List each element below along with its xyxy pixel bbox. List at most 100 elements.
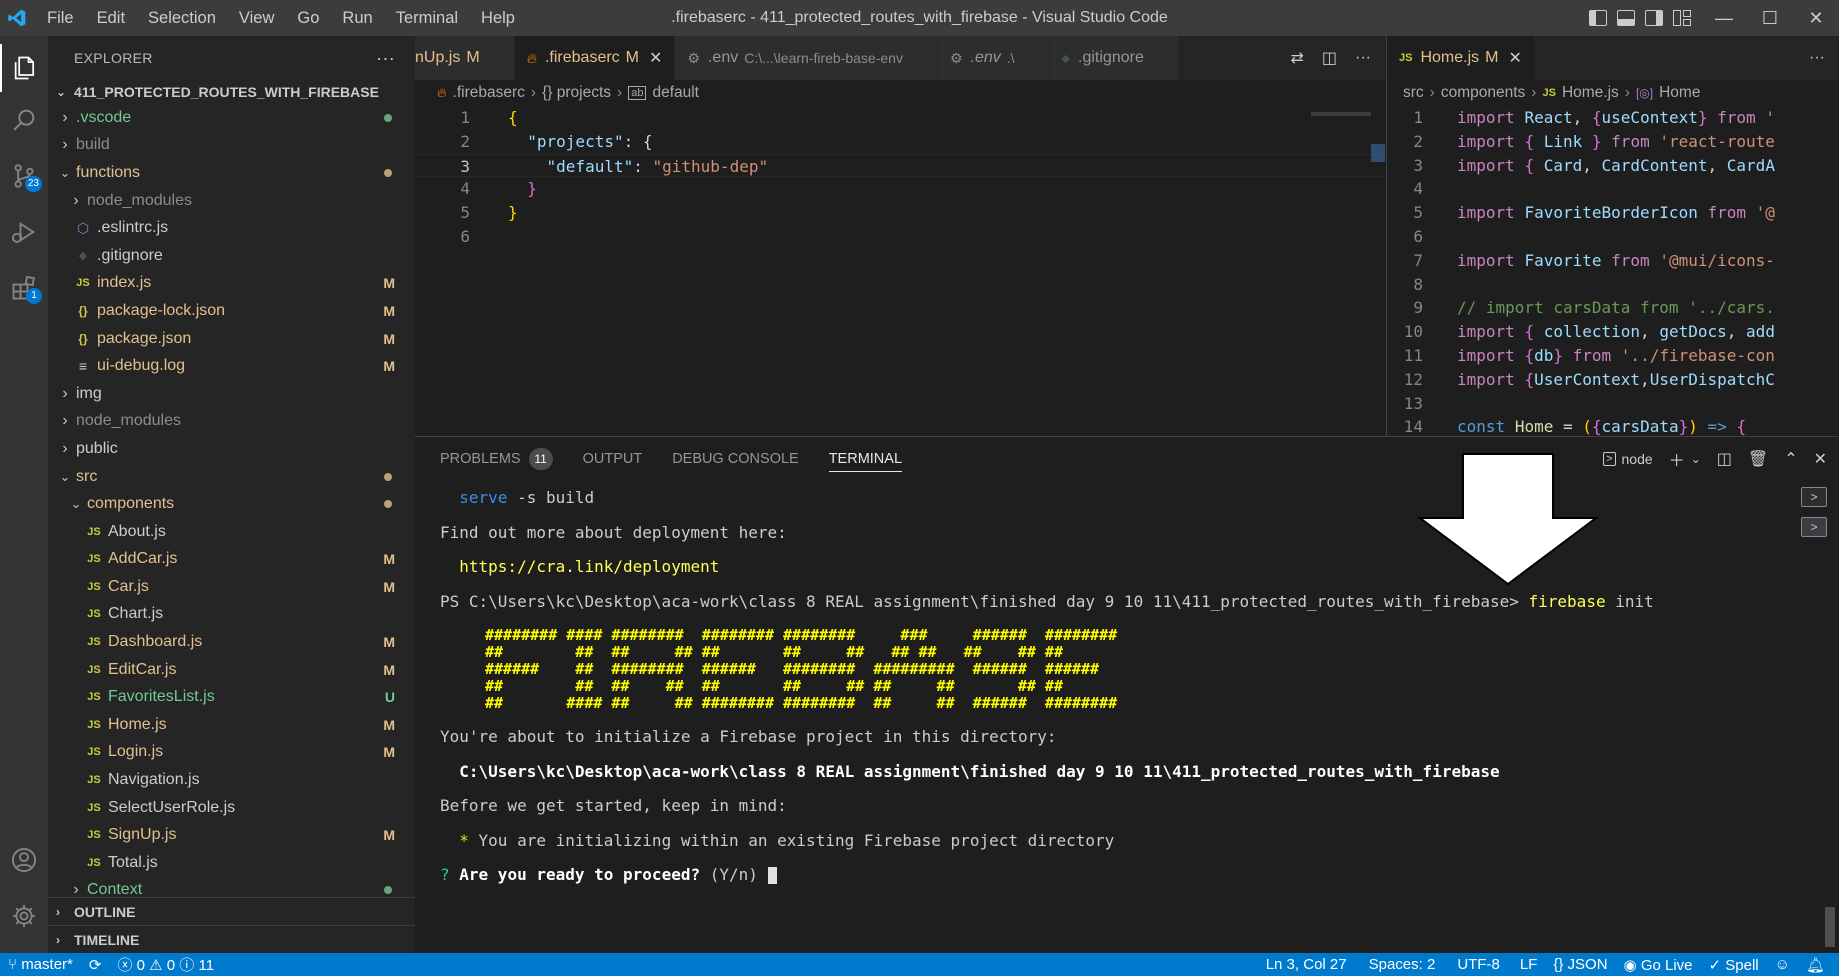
breadcrumb-src[interactable]: src: [1403, 84, 1424, 102]
tree-file[interactable]: JS Login.js M: [48, 739, 415, 767]
breadcrumb-home[interactable]: Home: [1659, 84, 1700, 102]
source-control-icon[interactable]: 23: [0, 152, 48, 200]
split-terminal-icon[interactable]: ◫: [1717, 449, 1732, 469]
tree-file[interactable]: JS About.js: [48, 518, 415, 546]
tree-file[interactable]: JS Car.js M: [48, 573, 415, 601]
search-icon[interactable]: [0, 96, 48, 144]
tree-file[interactable]: JS SelectUserRole.js: [48, 794, 415, 822]
tree-folder[interactable]: › build: [48, 132, 415, 160]
tree-file[interactable]: JS Chart.js: [48, 601, 415, 629]
indentation[interactable]: Spaces: 2: [1361, 956, 1444, 973]
tab-output[interactable]: OUTPUT: [583, 451, 643, 467]
tree-file[interactable]: JS EditCar.js M: [48, 656, 415, 684]
language-mode[interactable]: {} JSON: [1545, 956, 1615, 973]
split-editor-icon[interactable]: ◫: [1322, 48, 1337, 68]
terminal-name[interactable]: node: [1622, 451, 1653, 467]
problems-indicator[interactable]: ⓧ 0 ⚠ 0 ⓘ 11: [109, 954, 222, 975]
tree-folder[interactable]: › img: [48, 380, 415, 408]
outline-section[interactable]: › OUTLINE: [48, 897, 415, 925]
tab-debug-console[interactable]: DEBUG CONSOLE: [672, 451, 799, 467]
tree-file[interactable]: JS Dashboard.js M: [48, 628, 415, 656]
tree-file[interactable]: JS Navigation.js: [48, 766, 415, 794]
tree-file[interactable]: JS AddCar.js M: [48, 546, 415, 574]
tree-folder[interactable]: ⌄ components: [48, 490, 415, 518]
close-icon[interactable]: ✕: [1508, 48, 1521, 68]
run-debug-icon[interactable]: [0, 208, 48, 256]
branch-indicator[interactable]: ⑂ master*: [0, 956, 81, 973]
go-live-button[interactable]: ◉ Go Live: [1616, 956, 1701, 974]
tree-folder[interactable]: › node_modules: [48, 408, 415, 436]
toggle-panel-icon[interactable]: [1617, 10, 1635, 26]
tree-folder[interactable]: › .vscode: [48, 104, 415, 132]
tree-file[interactable]: ◆ .gitignore: [48, 242, 415, 270]
toggle-secondary-sidebar-icon[interactable]: [1645, 10, 1663, 26]
notifications-bell-icon[interactable]: 🔔︎: [1798, 956, 1833, 974]
accounts-icon[interactable]: [0, 836, 48, 884]
code-editor[interactable]: 1 import React, {useContext} from ' 2 impor…: [1387, 106, 1839, 436]
customize-layout-icon[interactable]: [1673, 10, 1691, 26]
vertical-scrollbar[interactable]: [1371, 144, 1385, 162]
manage-gear-icon[interactable]: [0, 892, 48, 940]
terminal-scrollbar[interactable]: [1825, 907, 1835, 947]
terminal-link[interactable]: https://cra.link/deployment: [459, 557, 719, 576]
breadcrumb-projects[interactable]: {} projects: [542, 84, 611, 102]
spell-button[interactable]: ✓ Spell: [1701, 956, 1767, 974]
tree-folder[interactable]: ⌄ functions: [48, 159, 415, 187]
breadcrumb-components[interactable]: components: [1441, 84, 1525, 102]
editor-tab[interactable]: ◆ .gitignore: [1049, 36, 1179, 80]
open-changes-icon[interactable]: ⇄: [1290, 48, 1303, 68]
cursor-position[interactable]: Ln 3, Col 27: [1258, 956, 1355, 973]
tree-file[interactable]: {} package-lock.json M: [48, 297, 415, 325]
close-window-button[interactable]: ✕: [1793, 0, 1839, 36]
more-actions-icon[interactable]: ···: [1809, 49, 1825, 67]
trash-icon[interactable]: 🗑︎: [1748, 449, 1768, 469]
encoding[interactable]: UTF-8: [1449, 956, 1508, 973]
terminal-instance-icon[interactable]: >: [1801, 517, 1827, 537]
tree-file[interactable]: ⬡ .eslintrc.js: [48, 214, 415, 242]
menu-run[interactable]: Run: [331, 0, 384, 36]
sync-icon[interactable]: ⟳: [81, 956, 110, 974]
more-actions-icon[interactable]: ···: [376, 48, 395, 69]
minimize-button[interactable]: —: [1701, 0, 1747, 36]
tree-file[interactable]: JS SignUp.js M: [48, 821, 415, 849]
close-panel-icon[interactable]: ✕: [1814, 449, 1827, 469]
breadcrumb-file[interactable]: .firebaserc: [453, 84, 525, 102]
tree-file[interactable]: {} package.json M: [48, 325, 415, 353]
tab-problems[interactable]: PROBLEMS 11: [440, 448, 553, 470]
breadcrumb-homejs[interactable]: Home.js: [1562, 84, 1619, 102]
tree-folder[interactable]: › node_modules: [48, 187, 415, 215]
tree-folder[interactable]: ⌄ src: [48, 463, 415, 491]
line-ending[interactable]: LF: [1512, 956, 1546, 973]
editor-tab[interactable]: ⚙ .env C:\...\learn-fireb-base-env: [675, 36, 938, 80]
feedback-icon[interactable]: ☺: [1767, 956, 1798, 973]
menu-edit[interactable]: Edit: [86, 0, 137, 36]
more-actions-icon[interactable]: ···: [1355, 49, 1371, 67]
menu-view[interactable]: View: [228, 0, 286, 36]
menu-file[interactable]: File: [36, 0, 86, 36]
minimap[interactable]: [1311, 112, 1371, 116]
terminal-instance-icon[interactable]: >: [1801, 487, 1827, 507]
maximize-button[interactable]: ☐: [1747, 0, 1793, 36]
new-terminal-icon[interactable]: ＋: [1669, 447, 1685, 471]
editor-tab[interactable]: 🔥︎ .firebaserc M ✕: [514, 36, 676, 80]
menu-go[interactable]: Go: [286, 0, 331, 36]
tree-file[interactable]: ≡ ui-debug.log M: [48, 352, 415, 380]
toggle-primary-sidebar-icon[interactable]: [1589, 10, 1607, 26]
tree-file[interactable]: JS Home.js M: [48, 711, 415, 739]
code-editor[interactable]: 1{ 2 "projects": { 3 "default": "github-…: [415, 106, 1385, 436]
timeline-section[interactable]: › TIMELINE: [48, 925, 415, 953]
menu-selection[interactable]: Selection: [137, 0, 228, 36]
menu-help[interactable]: Help: [470, 0, 527, 36]
tree-file[interactable]: JS FavoritesList.js U: [48, 683, 415, 711]
tree-file[interactable]: JS Total.js: [48, 849, 415, 877]
editor-tab[interactable]: nUp.js M: [415, 36, 515, 80]
editor-tab[interactable]: ⚙ .env .\: [937, 36, 1050, 80]
extensions-icon[interactable]: 1: [0, 264, 48, 312]
close-icon[interactable]: ✕: [649, 48, 662, 68]
tab-terminal[interactable]: TERMINAL: [828, 446, 903, 472]
menu-terminal[interactable]: Terminal: [385, 0, 470, 36]
maximize-panel-icon[interactable]: ⌃: [1784, 449, 1797, 469]
explorer-icon[interactable]: [0, 44, 48, 92]
tree-file[interactable]: JS index.js M: [48, 270, 415, 298]
tree-folder[interactable]: › public: [48, 435, 415, 463]
